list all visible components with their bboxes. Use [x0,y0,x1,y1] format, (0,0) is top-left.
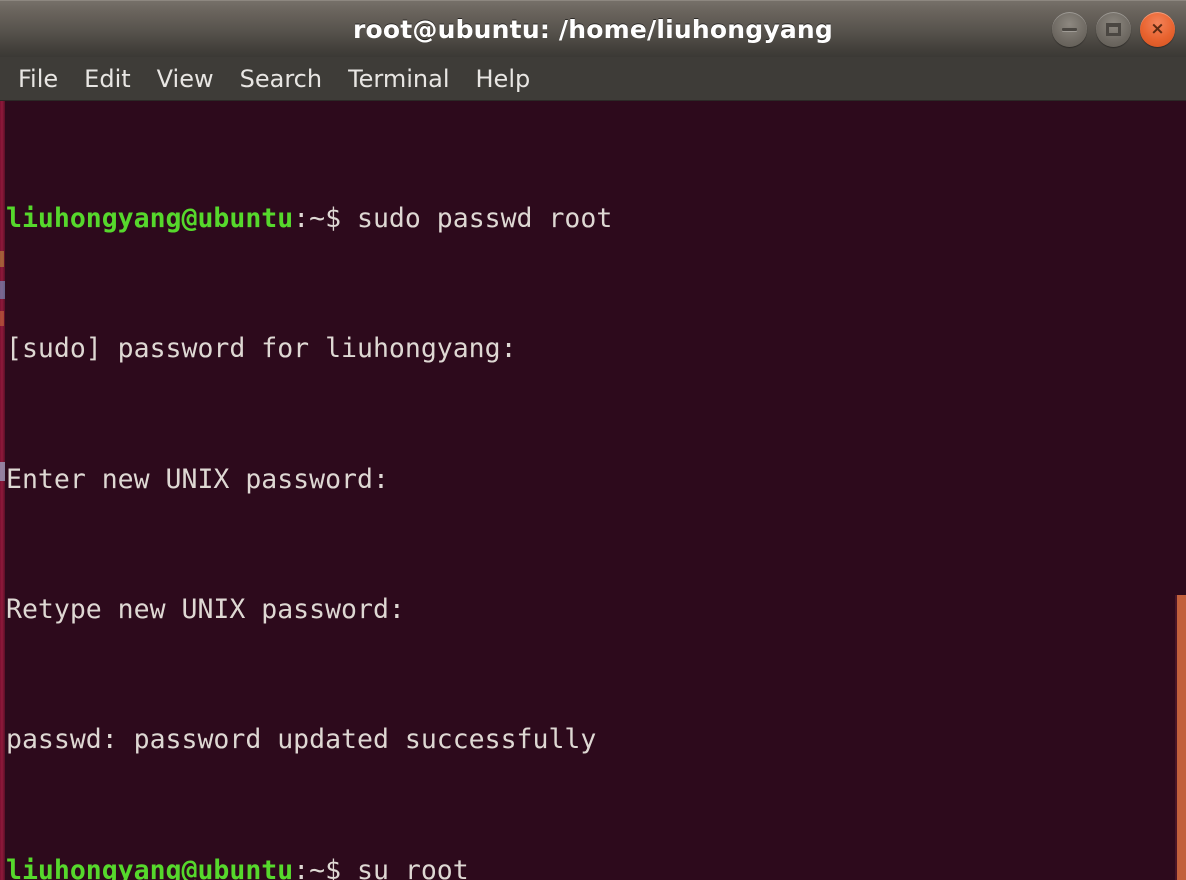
terminal-text: Retype new UNIX password: [6,593,405,625]
shell-prompt-sep: :~$ [293,202,358,234]
render-artifact [0,311,4,326]
window-titlebar[interactable]: root@ubuntu: /home/liuhongyang × [0,0,1186,57]
shell-command: su root [357,854,469,880]
window-controls: × [1052,12,1175,47]
terminal-line: [sudo] password for liuhongyang: [6,333,1186,366]
shell-prompt-sep: :~$ [293,854,358,880]
minimize-icon [1062,28,1077,31]
menu-item-file[interactable]: File [14,65,71,93]
maximize-icon [1106,23,1121,36]
terminal-line: Enter new UNIX password: [6,464,1186,497]
terminal-line: passwd: password updated successfully [6,724,1186,757]
menu-bar: File Edit View Search Terminal Help [0,57,1186,101]
maximize-button[interactable] [1096,12,1131,47]
close-button[interactable]: × [1140,12,1175,47]
render-artifact [0,251,4,267]
minimize-button[interactable] [1052,12,1087,47]
terminal-text: Enter new UNIX password: [6,463,389,495]
menu-item-view[interactable]: View [144,65,227,93]
window-title: root@ubuntu: /home/liuhongyang [352,14,834,44]
menu-item-search[interactable]: Search [227,65,335,93]
terminal-line: liuhongyang@ubuntu:~$ sudo passwd root [6,203,1186,236]
menu-item-help[interactable]: Help [463,65,544,93]
terminal-line: liuhongyang@ubuntu:~$ su root [6,855,1186,880]
shell-prompt-user: liuhongyang@ubuntu [6,202,294,234]
terminal-body[interactable]: liuhongyang@ubuntu:~$ sudo passwd root [… [0,101,1186,880]
menu-item-terminal[interactable]: Terminal [335,65,462,93]
close-icon: × [1150,19,1165,39]
shell-command: sudo passwd root [357,202,613,234]
terminal-line: Retype new UNIX password: [6,594,1186,627]
terminal-window: root@ubuntu: /home/liuhongyang × File Ed… [0,0,1186,880]
terminal-text: [sudo] password for liuhongyang: [6,333,517,365]
menu-item-edit[interactable]: Edit [71,65,143,93]
shell-prompt-user: liuhongyang@ubuntu [6,854,294,880]
terminal-text: passwd: password updated successfully [6,724,597,756]
terminal-output[interactable]: liuhongyang@ubuntu:~$ sudo passwd root [… [5,101,1186,880]
